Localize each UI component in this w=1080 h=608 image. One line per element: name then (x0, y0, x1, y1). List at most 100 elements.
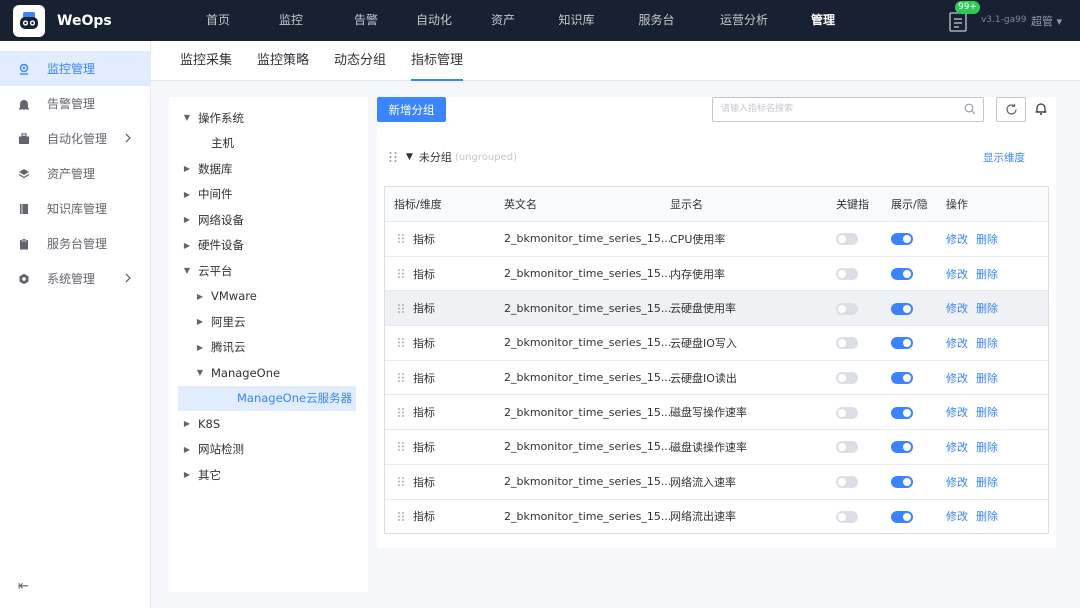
metric-search-input[interactable]: 请输入指标名搜索 (712, 97, 984, 122)
nav-item-7[interactable]: 运营分析 (694, 0, 794, 41)
caret-down-icon[interactable]: ▼ (195, 368, 205, 378)
tree-node[interactable]: ▼ 云平台 (169, 258, 368, 284)
tree-node[interactable]: ManageOne云服务器 (178, 385, 356, 411)
side-item-5[interactable]: 服务台管理 (0, 226, 150, 261)
weops-logo-icon[interactable] (13, 4, 45, 37)
key-metric-toggle[interactable] (836, 302, 858, 315)
delete-link[interactable]: 删除 (976, 406, 998, 419)
drag-handle-icon[interactable] (397, 372, 405, 383)
drag-handle-icon[interactable] (388, 151, 398, 163)
edit-link[interactable]: 修改 (946, 510, 968, 523)
tree-node[interactable]: ▶ 网站检测 (169, 437, 368, 463)
table-row[interactable]: 指标 2_bkmonitor_time_series_15... 云硬盘IO写入 修改… (385, 325, 1048, 360)
side-item-4[interactable]: 知识库管理 (0, 191, 150, 226)
delete-link[interactable]: 删除 (976, 510, 998, 523)
visibility-toggle[interactable] (891, 302, 913, 315)
delete-link[interactable]: 删除 (976, 337, 998, 350)
tree-node[interactable]: ▶ 中间件 (169, 182, 368, 208)
key-metric-toggle[interactable] (836, 372, 858, 385)
nav-item-2[interactable]: 告警 (336, 0, 396, 41)
table-row[interactable]: 指标 2_bkmonitor_time_series_15... 云硬盘使用率 修改删… (385, 290, 1048, 326)
nav-item-8[interactable]: 管理 (794, 0, 852, 41)
side-item-2[interactable]: 自动化管理 (0, 121, 150, 156)
edit-link[interactable]: 修改 (946, 233, 968, 246)
tree-node[interactable]: ▶ 数据库 (169, 156, 368, 182)
visibility-toggle[interactable] (891, 441, 913, 454)
visibility-toggle[interactable] (891, 337, 913, 350)
edit-link[interactable]: 修改 (946, 337, 968, 350)
drag-handle-icon[interactable] (397, 233, 405, 244)
caret-right-icon[interactable]: ▶ (182, 164, 192, 174)
caret-right-icon[interactable]: ▶ (182, 419, 192, 429)
edit-link[interactable]: 修改 (946, 302, 968, 315)
key-metric-toggle[interactable] (836, 441, 858, 454)
collapse-sidebar-icon[interactable]: ⇤ (18, 579, 29, 594)
visibility-toggle[interactable] (891, 476, 913, 489)
drag-handle-icon[interactable] (397, 441, 405, 452)
visibility-toggle[interactable] (891, 510, 913, 523)
drag-handle-icon[interactable] (397, 303, 405, 314)
tab-3[interactable]: 指标管理 (411, 41, 464, 81)
key-metric-toggle[interactable] (836, 337, 858, 350)
message-icon[interactable]: 99+ (947, 0, 980, 33)
side-item-1[interactable]: 告警管理 (0, 86, 150, 121)
tree-node[interactable]: ▼ ManageOne (169, 360, 368, 386)
edit-link[interactable]: 修改 (946, 372, 968, 385)
group-header[interactable]: ▼ 未分组 (ungrouped) 显示维度 (377, 145, 1056, 169)
drag-handle-icon[interactable] (397, 511, 405, 522)
key-metric-toggle[interactable] (836, 268, 858, 281)
caret-right-icon[interactable]: ▶ (195, 291, 205, 301)
caret-right-icon[interactable]: ▶ (182, 215, 192, 225)
side-item-0[interactable]: 监控管理 (0, 51, 150, 86)
edit-link[interactable]: 修改 (946, 476, 968, 489)
nav-item-1[interactable]: 监控 (246, 0, 336, 41)
caret-right-icon[interactable]: ▶ (195, 342, 205, 352)
delete-link[interactable]: 删除 (976, 476, 998, 489)
caret-down-icon[interactable]: ▼ (182, 266, 192, 276)
visibility-toggle[interactable] (891, 268, 913, 281)
show-dimension-link[interactable]: 显示维度 (983, 150, 1025, 165)
edit-link[interactable]: 修改 (946, 441, 968, 454)
delete-link[interactable]: 删除 (976, 268, 998, 281)
user-menu[interactable]: 超管 ▾ (1031, 13, 1062, 29)
tree-node[interactable]: ▶ K8S (169, 411, 368, 437)
table-row[interactable]: 指标 2_bkmonitor_time_series_15... CPU使用率 修改删… (385, 221, 1048, 256)
new-group-button[interactable]: 新增分组 (377, 97, 446, 122)
drag-handle-icon[interactable] (397, 476, 405, 487)
tab-0[interactable]: 监控采集 (180, 41, 232, 81)
caret-down-icon[interactable]: ▼ (406, 152, 413, 162)
caret-right-icon[interactable]: ▶ (182, 189, 192, 199)
visibility-toggle[interactable] (891, 233, 913, 246)
caret-right-icon[interactable]: ▶ (182, 444, 192, 454)
tree-node[interactable]: ▶ 阿里云 (169, 309, 368, 335)
table-row[interactable]: 指标 2_bkmonitor_time_series_15... 网络流出速率 修改删… (385, 498, 1048, 534)
edit-link[interactable]: 修改 (946, 406, 968, 419)
caret-right-icon[interactable]: ▶ (182, 470, 192, 480)
edit-link[interactable]: 修改 (946, 268, 968, 281)
nav-item-0[interactable]: 首页 (190, 0, 246, 41)
caret-right-icon[interactable]: ▶ (195, 317, 205, 327)
tree-node[interactable]: 主机 (169, 131, 368, 157)
table-row[interactable]: 指标 2_bkmonitor_time_series_15... 网络流入速率 修改删… (385, 463, 1048, 499)
visibility-toggle[interactable] (891, 406, 913, 419)
search-icon[interactable] (964, 103, 976, 115)
tree-node[interactable]: ▶ 网络设备 (169, 207, 368, 233)
side-item-6[interactable]: 系统管理 (0, 261, 150, 296)
table-row[interactable]: 指标 2_bkmonitor_time_series_15... 磁盘写操作速率 修改… (385, 394, 1048, 429)
side-item-3[interactable]: 资产管理 (0, 156, 150, 191)
drag-handle-icon[interactable] (397, 268, 405, 279)
nav-item-4[interactable]: 资产 (472, 0, 534, 41)
nav-item-3[interactable]: 自动化 (396, 0, 472, 41)
key-metric-toggle[interactable] (836, 476, 858, 489)
refresh-button[interactable] (996, 97, 1026, 122)
caret-right-icon[interactable]: ▶ (182, 240, 192, 250)
delete-link[interactable]: 删除 (976, 302, 998, 315)
delete-link[interactable]: 删除 (976, 372, 998, 385)
nav-item-5[interactable]: 知识库 (534, 0, 619, 41)
tree-node[interactable]: ▶ 其它 (169, 462, 368, 488)
delete-link[interactable]: 删除 (976, 233, 998, 246)
key-metric-toggle[interactable] (836, 510, 858, 523)
key-metric-toggle[interactable] (836, 233, 858, 246)
tab-1[interactable]: 监控策略 (257, 41, 309, 81)
drag-handle-icon[interactable] (397, 407, 405, 418)
